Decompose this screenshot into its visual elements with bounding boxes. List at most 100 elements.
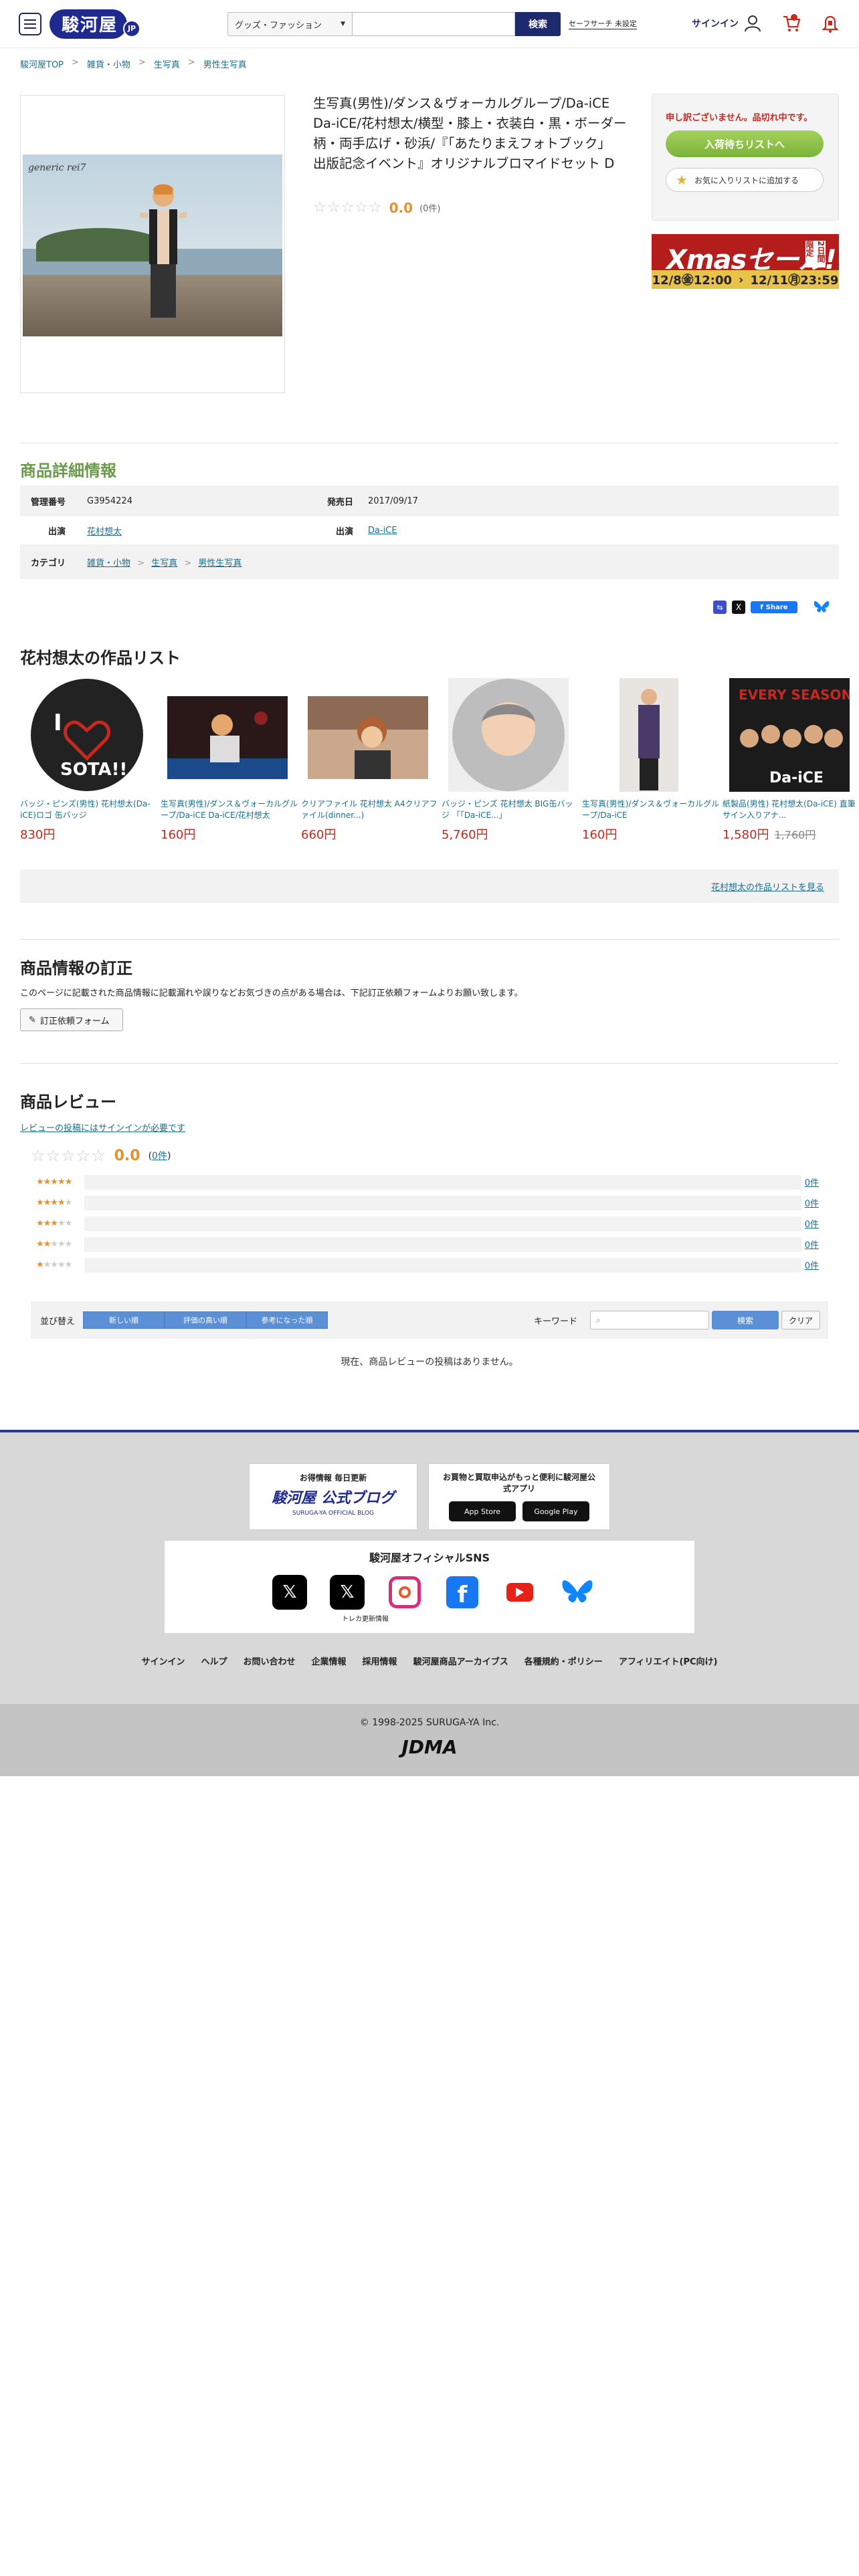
- list-item[interactable]: I SOTA!! バッジ・ピンズ(男性) 花村想太(Da-iCE)ロゴ 缶バッジ …: [20, 678, 158, 843]
- youtube-icon[interactable]: [502, 1574, 538, 1610]
- product-rating: ☆☆☆☆☆ 0.0 (0件): [313, 199, 440, 216]
- work-thumbnail[interactable]: [308, 678, 428, 792]
- xmas-sale-banner[interactable]: Xmasセール! 2日間限定 12/8㊎12:00 › 12/11㊊23:59: [652, 234, 839, 289]
- footer-link[interactable]: アフィリエイト(PC向け): [619, 1654, 718, 1667]
- line-share-icon[interactable]: ⇆: [713, 601, 727, 614]
- photo-caption: generic rei7: [28, 163, 86, 173]
- bluesky-icon[interactable]: [559, 1574, 595, 1610]
- work-thumbnail[interactable]: [167, 678, 288, 792]
- work-name[interactable]: クリアファイル 花村想太 A4クリアファイル(dinner...): [301, 798, 439, 823]
- footer-link[interactable]: 企業情報: [312, 1654, 347, 1667]
- review-summary: ☆☆☆☆☆ 0.0 (0件) ★★★★★ 0件 ★★★★★ 0件 ★★★★★ 0件 ★…: [31, 1140, 828, 1275]
- footer-link[interactable]: ヘルプ: [201, 1654, 227, 1667]
- menu-icon[interactable]: [19, 12, 41, 35]
- correction-form-button[interactable]: ✎ 訂正依頼フォーム: [20, 1008, 123, 1031]
- keyword-clear-button[interactable]: クリア: [781, 1311, 820, 1329]
- review-count-link[interactable]: 0件: [152, 1151, 167, 1162]
- rating-bar-count[interactable]: 0件: [801, 1238, 828, 1251]
- sort-newest-button[interactable]: 新しい順: [83, 1311, 165, 1329]
- category-link[interactable]: 生写真: [151, 558, 177, 568]
- category-link[interactable]: 雑貨・小物: [87, 558, 130, 568]
- list-item[interactable]: バッジ・ピンズ 花村想太 BIG缶バッジ 「「Da-iCE...」 5,760円: [442, 678, 579, 843]
- copyright: © 1998-2025 SURUGA-YA Inc.: [359, 1717, 500, 1728]
- cast-link[interactable]: Da-iCE: [368, 526, 397, 536]
- rating-bar-stars: ★★★★★: [36, 1260, 72, 1270]
- work-price: 160円: [161, 828, 196, 842]
- work-thumbnail[interactable]: [448, 678, 569, 792]
- footer-link[interactable]: 駿河屋商品アーカイブス: [413, 1654, 508, 1667]
- breadcrumb-item[interactable]: 駿河屋TOP: [20, 58, 64, 70]
- rating-count[interactable]: (0件): [419, 201, 440, 214]
- rating-bar-count[interactable]: 0件: [801, 1196, 828, 1209]
- search-input[interactable]: [352, 12, 515, 36]
- svg-text:I: I: [54, 710, 62, 736]
- app-banner[interactable]: お買物と買取申込がもっと便利に駿河屋公式アプリ App Store Google…: [428, 1463, 610, 1530]
- breadcrumb-sep: >: [72, 58, 79, 68]
- rating-bar-stars: ★★★★★: [36, 1198, 72, 1208]
- product-title: 生写真(男性)/ダンス＆ヴォーカルグループ/Da-iCE Da-iCE/花村想太…: [313, 96, 627, 171]
- facebook-share-button[interactable]: f Share: [751, 601, 797, 613]
- list-item[interactable]: 生写真(男性)/ダンス＆ヴォーカルグループ/Da-iCE 160円: [582, 678, 720, 843]
- category-link[interactable]: 男性生写真: [198, 558, 242, 568]
- product-image[interactable]: generic rei7: [20, 95, 285, 393]
- divider: [20, 1063, 839, 1064]
- breadcrumb-item[interactable]: 生写真: [154, 58, 180, 70]
- favorite-button[interactable]: ★ お気に入りリストに追加する: [666, 168, 824, 192]
- list-item[interactable]: 生写真(男性)/ダンス＆ヴォーカルグループ/Da-iCE Da-iCE/花村想太…: [161, 678, 298, 843]
- logo-badge: JP: [123, 19, 141, 37]
- signin-link[interactable]: サインイン: [692, 15, 761, 32]
- breadcrumb-item[interactable]: 男性生写真: [203, 58, 247, 70]
- rating-bar-1: ★★★★★ 0件: [31, 1255, 828, 1275]
- app-store-badge[interactable]: App Store: [449, 1501, 516, 1521]
- rating-bar-count[interactable]: 0件: [801, 1259, 828, 1271]
- work-thumbnail[interactable]: EVERY SEASON Da-iCE: [729, 678, 850, 792]
- work-name[interactable]: バッジ・ピンズ 花村想太 BIG缶バッジ 「「Da-iCE...」: [442, 798, 579, 823]
- review-sort-bar: 並び替え 新しい順 評価の高い順 参考になった順 キーワード ⌕ 検索 クリア: [31, 1301, 828, 1339]
- safesearch-link[interactable]: セーフサーチ 未設定: [569, 18, 637, 29]
- sort-label: 並び替え: [40, 1316, 76, 1327]
- search-button[interactable]: 検索: [515, 12, 561, 36]
- work-name[interactable]: バッジ・ピンズ(男性) 花村想太(Da-iCE)ロゴ 缶バッジ: [20, 798, 158, 823]
- instagram-icon[interactable]: [387, 1574, 423, 1610]
- footer-link[interactable]: 各種規約・ポリシー: [524, 1654, 603, 1667]
- keyword-input[interactable]: ⌕: [590, 1311, 709, 1329]
- sort-rating-button[interactable]: 評価の高い順: [165, 1311, 246, 1329]
- sort-helpful-button[interactable]: 参考になった順: [246, 1311, 328, 1329]
- footer-link[interactable]: お問い合わせ: [244, 1654, 296, 1667]
- waitlist-button[interactable]: 入荷待ちリストへ: [666, 130, 824, 157]
- table-row: カテゴリ 雑貨・小物 > 生写真 > 男性生写真: [20, 544, 839, 579]
- bell-icon[interactable]: [820, 13, 840, 33]
- search-category-select[interactable]: グッズ・ファッション ▼: [227, 12, 352, 36]
- rating-bar-count[interactable]: 0件: [801, 1176, 828, 1188]
- star-icon: ★: [676, 172, 688, 188]
- table-row: 管理番号 G3954224 発売日 2017/09/17: [20, 486, 839, 516]
- x-icon[interactable]: 𝕏: [272, 1574, 308, 1610]
- blog-banner[interactable]: お得情報 毎日更新 駿河屋 公式ブログ SURUGA-YA OFFICIAL B…: [249, 1463, 417, 1530]
- facebook-icon[interactable]: f: [444, 1574, 480, 1610]
- blog-banner-sub: SURUGA-YA OFFICIAL BLOG: [292, 1510, 375, 1517]
- cart-icon[interactable]: [781, 13, 801, 33]
- review-signin-link[interactable]: レビューの投稿にはサインインが必要です: [20, 1121, 185, 1134]
- x-trading-card-icon[interactable]: 𝕏: [329, 1574, 365, 1610]
- list-item[interactable]: EVERY SEASON Da-iCE 紙製品(男性) 花村想太(Da-iCE) …: [723, 678, 859, 843]
- footer-link[interactable]: 採用情報: [363, 1654, 397, 1667]
- bluesky-share-icon[interactable]: [814, 601, 830, 614]
- rating-bar-stars: ★★★★★: [36, 1177, 72, 1187]
- keyword-search-button[interactable]: 検索: [712, 1311, 779, 1329]
- works-more-link[interactable]: 花村想太の作品リストを見る: [711, 880, 824, 893]
- work-name[interactable]: 生写真(男性)/ダンス＆ヴォーカルグループ/Da-iCE Da-iCE/花村想太: [161, 798, 298, 823]
- breadcrumb-item[interactable]: 雑貨・小物: [87, 58, 130, 70]
- rating-bar-count[interactable]: 0件: [801, 1217, 828, 1230]
- work-name[interactable]: 紙製品(男性) 花村想太(Da-iCE) 直筆サイン入りアナ...: [723, 798, 859, 823]
- work-thumbnail[interactable]: I SOTA!!: [27, 678, 147, 792]
- sns-title: 駿河屋オフィシャルSNS: [369, 1551, 490, 1564]
- footer-link[interactable]: サインイン: [141, 1654, 185, 1667]
- list-item[interactable]: クリアファイル 花村想太 A4クリアファイル(dinner...) 660円: [301, 678, 439, 843]
- x-share-icon[interactable]: X: [732, 601, 745, 614]
- work-thumbnail[interactable]: [589, 678, 709, 792]
- google-play-badge[interactable]: Google Play: [522, 1501, 589, 1521]
- soldout-message: 申し訳ございません。品切れ中です。: [666, 113, 813, 123]
- site-logo[interactable]: 駿河屋 JP: [50, 9, 141, 39]
- cast-link[interactable]: 花村想太: [87, 527, 122, 537]
- work-name[interactable]: 生写真(男性)/ダンス＆ヴォーカルグループ/Da-iCE: [582, 798, 720, 823]
